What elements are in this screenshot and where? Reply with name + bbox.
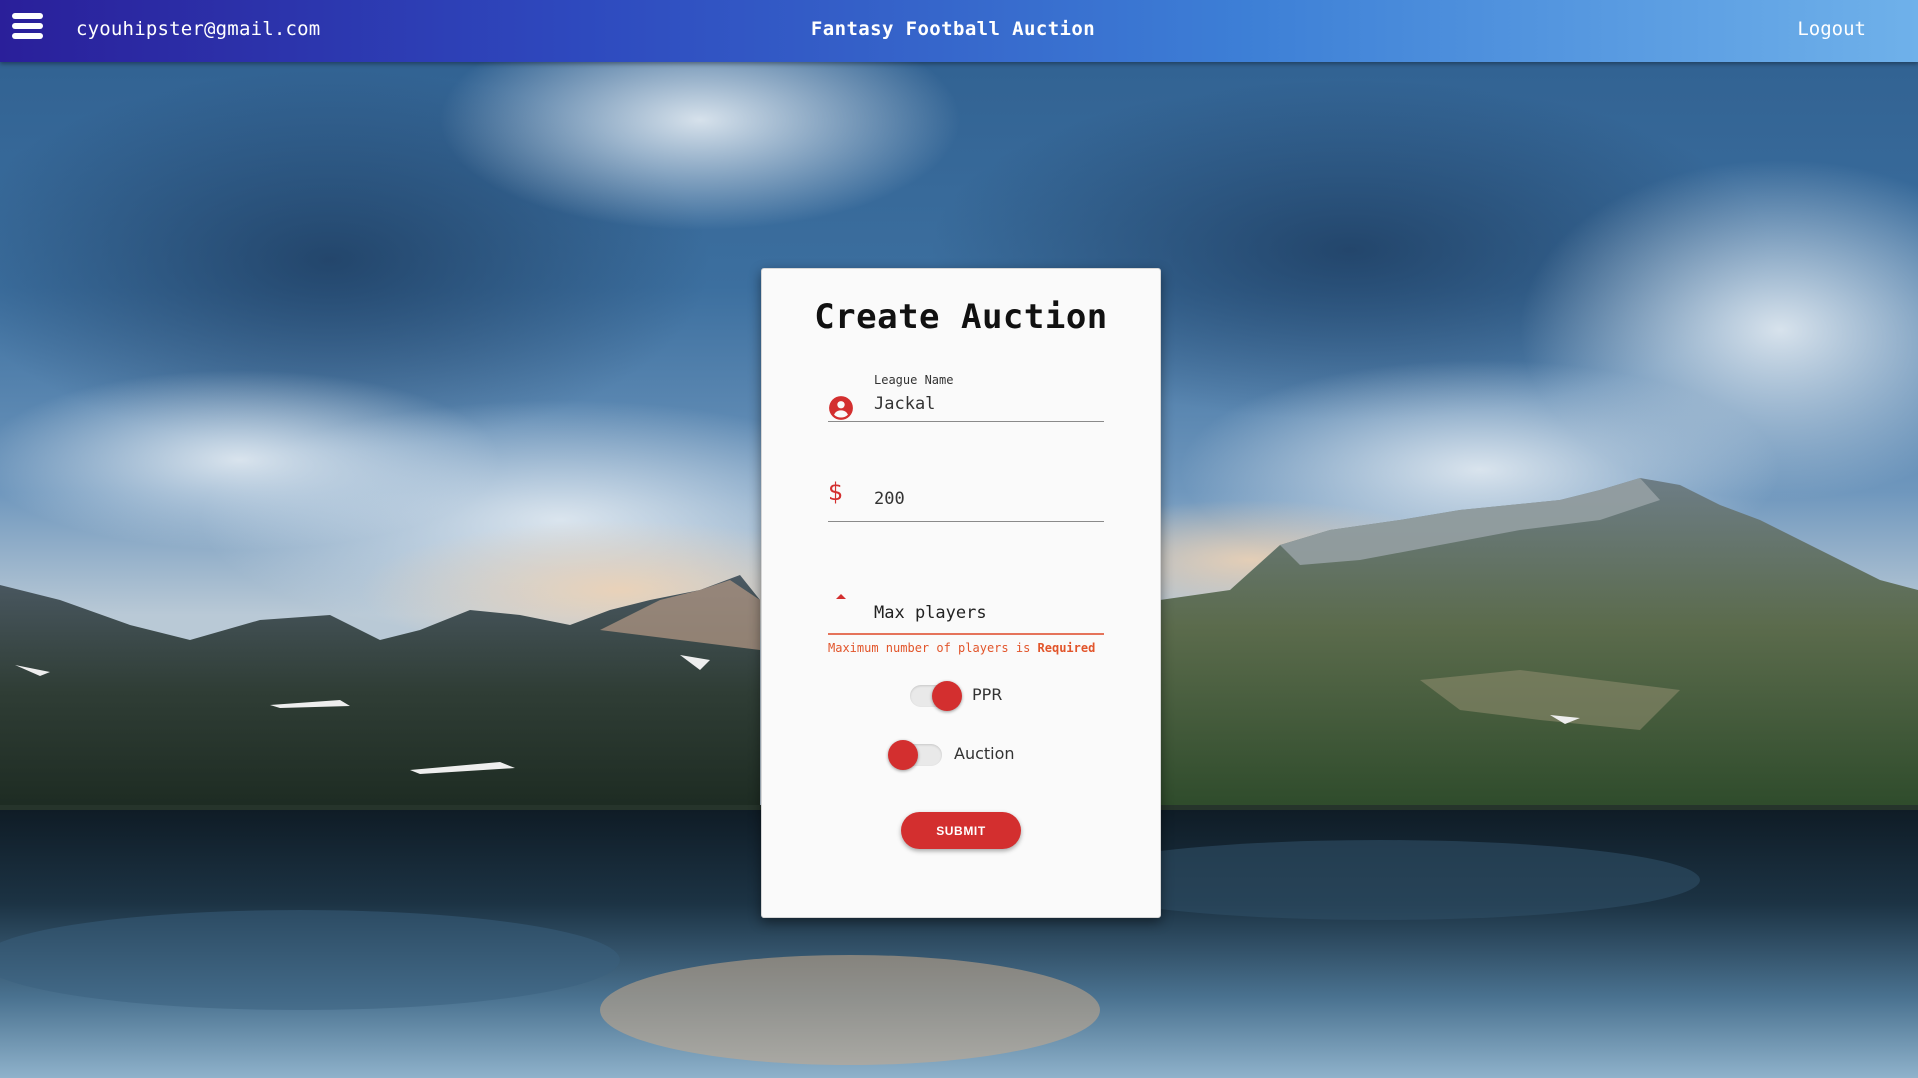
ppr-toggle-row: PPR [906, 681, 1003, 711]
account-circle-icon [828, 395, 854, 421]
ppr-toggle-knob [932, 681, 962, 711]
max-players-error: Maximum number of players is Required [828, 641, 1095, 655]
caret-up-icon [834, 589, 848, 603]
create-auction-card: Create Auction League Name $ Maximum num… [761, 268, 1161, 918]
budget-field: $ [828, 479, 1104, 539]
ppr-label: PPR [972, 684, 1003, 704]
error-text: Maximum number of players is [828, 641, 1031, 655]
top-app-bar: cyouhipster@gmail.com Fantasy Football A… [0, 0, 1918, 62]
max-players-input[interactable] [874, 603, 1102, 623]
auction-toggle-row: Auction [888, 740, 1015, 770]
form-title: Create Auction [814, 297, 1108, 337]
dollar-sign-icon: $ [828, 478, 844, 506]
league-name-label: League Name [874, 373, 954, 387]
budget-underline [828, 521, 1104, 522]
budget-input[interactable] [874, 489, 1102, 509]
auction-toggle[interactable] [888, 740, 942, 770]
submit-button[interactable]: SUBMIT [901, 812, 1021, 849]
app-title: Fantasy Football Auction [810, 18, 1096, 40]
logout-link[interactable]: Logout [1797, 18, 1866, 40]
auction-label: Auction [954, 743, 1015, 763]
league-name-field: League Name [828, 373, 1104, 433]
ppr-toggle[interactable] [906, 681, 962, 711]
error-required-text: Required [1037, 641, 1096, 655]
auction-toggle-knob [888, 740, 918, 770]
max-players-field: Maximum number of players is Required [828, 589, 1104, 669]
league-name-underline [828, 421, 1104, 422]
max-players-underline [828, 633, 1104, 635]
league-name-input[interactable] [874, 394, 1102, 414]
